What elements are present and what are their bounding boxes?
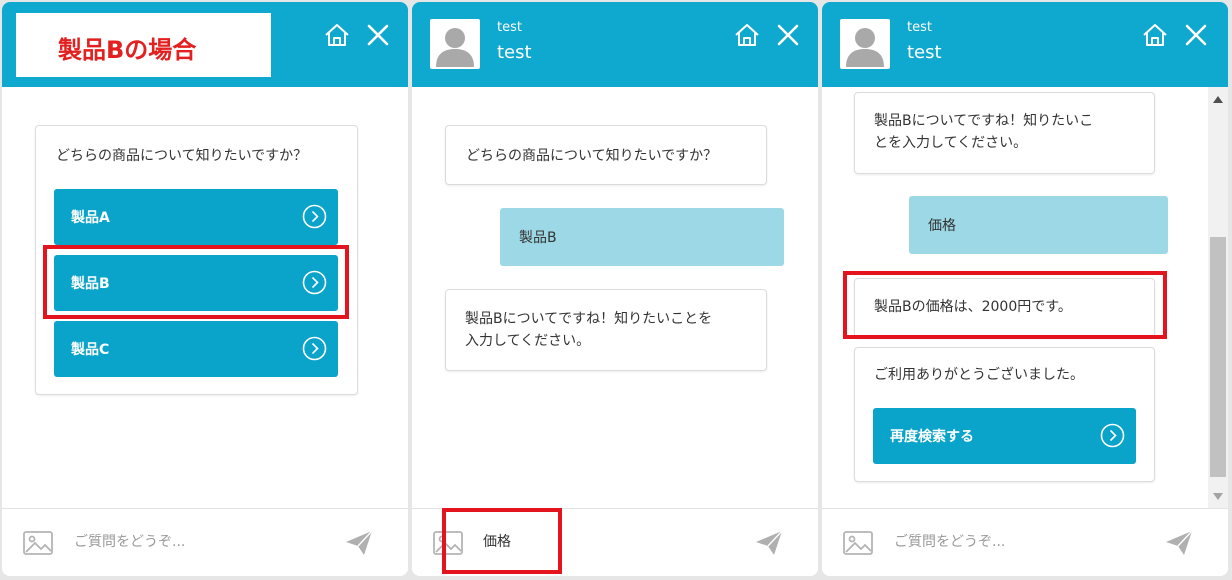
scroll-down-arrow-icon[interactable] [1213, 493, 1223, 500]
highlight-box-product-b [43, 245, 349, 319]
home-icon[interactable] [734, 22, 760, 48]
chat-panel-1: 製品Bの場合 どちらの商品について知りたいですか？ 製品A 製品B 製品C ご質… [2, 2, 408, 576]
image-icon[interactable] [22, 529, 54, 557]
bot-name-small: test [907, 20, 932, 35]
option-button-product-a[interactable]: 製品A [54, 189, 338, 245]
scrollbar[interactable] [1208, 87, 1228, 508]
highlight-box-answer [843, 271, 1167, 339]
bot-message-text: ご利用ありがとうございました。 [874, 367, 1084, 383]
send-icon[interactable] [754, 529, 784, 557]
bot-message-line: 入力してください。 [465, 333, 591, 349]
user-message-text: 価格 [928, 218, 956, 234]
question-text: どちらの商品について知りたいですか？ [56, 148, 308, 164]
send-icon[interactable] [1164, 529, 1194, 557]
user-message: 製品B [500, 208, 784, 266]
bot-message: 製品Bについてですね！知りたいこ とを入力してください。 [854, 92, 1155, 174]
bot-name: test [907, 42, 942, 63]
message-input[interactable]: ご質問をどうぞ... [894, 531, 1005, 551]
option-label: 製品A [71, 210, 110, 226]
send-icon[interactable] [344, 529, 374, 557]
chat-input-bar: ご質問をどうぞ... [822, 508, 1228, 576]
chat-header: test test [822, 2, 1228, 87]
option-label: 製品C [71, 342, 110, 358]
scrollbar-thumb[interactable] [1210, 237, 1226, 477]
close-icon[interactable] [365, 22, 391, 48]
chat-panel-2: test test どちらの商品について知りたいですか？ 製品B 製品Bについて… [412, 2, 818, 576]
bot-message: 製品Bについてですね！知りたいことを 入力してください。 [445, 289, 767, 371]
avatar-icon [840, 19, 890, 69]
user-message-text: 製品B [519, 230, 557, 246]
image-icon[interactable] [842, 529, 874, 557]
close-icon[interactable] [775, 22, 801, 48]
chat-header: 製品Bの場合 [2, 2, 408, 87]
close-icon[interactable] [1183, 22, 1209, 48]
chat-input-bar: ご質問をどうぞ... [2, 508, 408, 576]
arrow-circle-right-icon [302, 336, 327, 361]
option-button-product-c[interactable]: 製品C [54, 321, 338, 377]
bot-message-line: 製品Bについてですね！知りたいこ [874, 113, 1094, 129]
chat-panel-3: test test 製品Bについてですね！知りたいこ とを入力してください。 価… [822, 2, 1228, 576]
bot-message: どちらの商品について知りたいですか？ [445, 125, 767, 185]
title-label-box: 製品Bの場合 [16, 13, 271, 77]
bot-message-line: とを入力してください。 [874, 135, 1028, 151]
title-label: 製品Bの場合 [58, 36, 197, 64]
highlight-box-input [442, 508, 562, 574]
research-button-label: 再度検索する [890, 429, 974, 445]
bot-name: test [497, 42, 532, 63]
bot-message-line: 製品Bについてですね！知りたいことを [465, 311, 713, 327]
research-button[interactable]: 再度検索する [873, 408, 1136, 464]
arrow-circle-right-icon [302, 204, 327, 229]
home-icon[interactable] [1142, 22, 1168, 48]
bot-message-text: どちらの商品について知りたいですか？ [466, 148, 718, 164]
home-icon[interactable] [324, 22, 350, 48]
scroll-up-arrow-icon[interactable] [1213, 96, 1223, 103]
avatar-icon [430, 19, 480, 69]
bot-message: ご利用ありがとうございました。 再度検索する [854, 347, 1155, 482]
bot-name-small: test [497, 20, 522, 35]
message-input[interactable]: ご質問をどうぞ... [74, 531, 185, 551]
arrow-circle-right-icon [1100, 423, 1125, 448]
chat-header: test test [412, 2, 818, 87]
user-message: 価格 [909, 196, 1168, 254]
